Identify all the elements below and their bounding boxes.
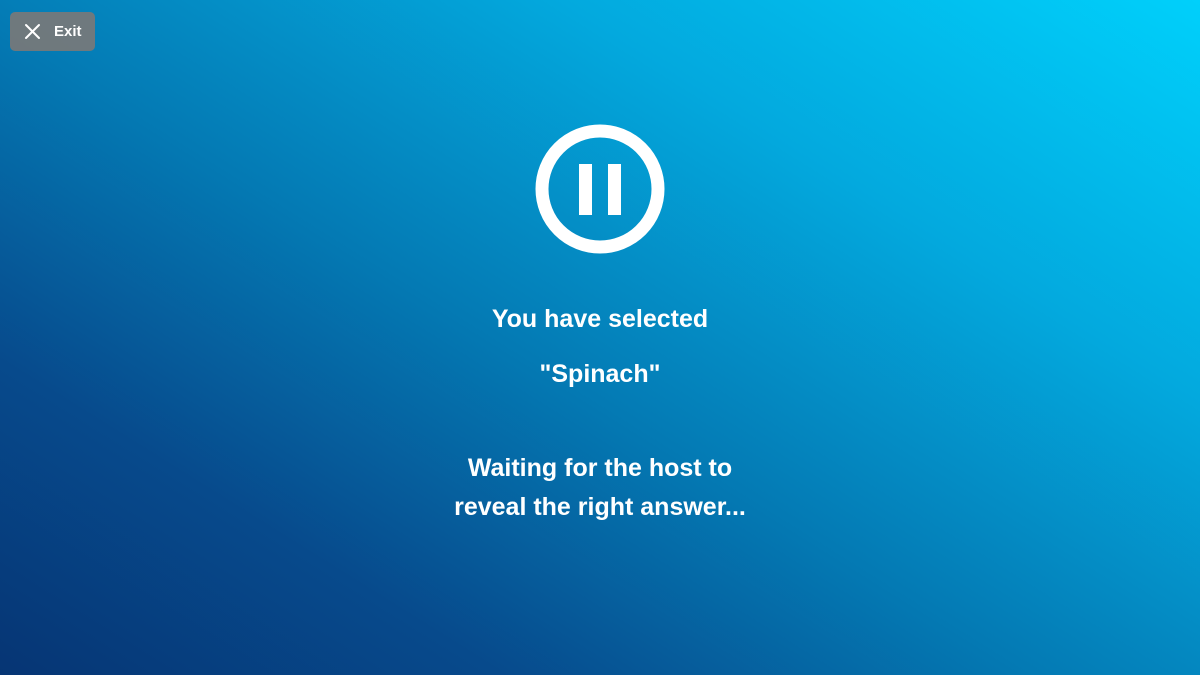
- waiting-message-line-2: reveal the right answer...: [454, 493, 746, 521]
- selected-label: You have selected: [491, 305, 709, 333]
- exit-label: Exit: [54, 23, 82, 40]
- pause-circle-icon: [535, 124, 665, 254]
- waiting-screen: Exit You have selected "Spinach" Waiting…: [0, 0, 1200, 675]
- selected-answer: "Spinach": [539, 360, 661, 388]
- close-icon: [25, 24, 40, 39]
- exit-button[interactable]: Exit: [10, 12, 95, 51]
- waiting-message-line-1: Waiting for the host to: [467, 454, 733, 482]
